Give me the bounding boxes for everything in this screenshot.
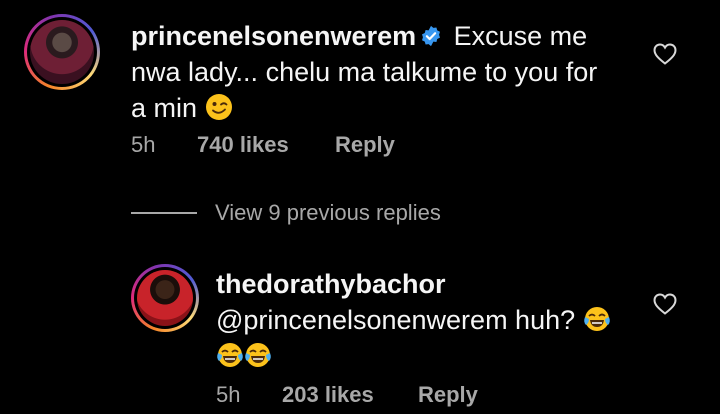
- like-heart-icon[interactable]: [652, 42, 678, 66]
- comment-text-line1: Excuse me: [453, 21, 588, 51]
- like-heart-icon[interactable]: [652, 292, 678, 316]
- reply-username[interactable]: thedorathybachor: [216, 269, 446, 299]
- reply-text: @princenelsonenwerem huh?: [216, 305, 576, 335]
- reply-body: thedorathybachor @princenelsonenwerem hu…: [216, 266, 616, 374]
- comment-likes[interactable]: 740 likes: [197, 132, 335, 158]
- comment-body: princenelsonenwerem Excuse me nwa lady..…: [131, 18, 611, 126]
- view-previous-replies[interactable]: View 9 previous replies: [131, 200, 441, 226]
- face-with-tears-of-joy-emoji-icon: [217, 343, 243, 367]
- comment-reply-button[interactable]: Reply: [335, 132, 395, 158]
- view-replies-label[interactable]: View 9 previous replies: [215, 200, 441, 226]
- reply-meta: 5h 203 likes Reply: [216, 382, 478, 408]
- winking-face-emoji-icon: [205, 94, 232, 120]
- comment-username[interactable]: princenelsonenwerem: [131, 21, 416, 51]
- face-with-tears-of-joy-emoji-icon: [245, 343, 271, 367]
- comment-text-line3: a min: [131, 93, 198, 123]
- verified-badge-icon: [422, 25, 441, 47]
- reply-reply-button[interactable]: Reply: [418, 382, 478, 408]
- avatar-princenelsonenwerem[interactable]: [24, 14, 100, 90]
- face-with-tears-of-joy-emoji-icon: [583, 307, 610, 331]
- reply-likes[interactable]: 203 likes: [282, 382, 418, 408]
- reply-time: 5h: [216, 382, 241, 407]
- comment-meta: 5h 740 likes Reply: [131, 132, 395, 158]
- comment-text-line2: nwa lady... chelu ma talkume to you for: [131, 57, 598, 87]
- view-replies-divider: [131, 212, 197, 214]
- avatar-thedorathybachor[interactable]: [131, 264, 199, 332]
- comment-time: 5h: [131, 132, 156, 157]
